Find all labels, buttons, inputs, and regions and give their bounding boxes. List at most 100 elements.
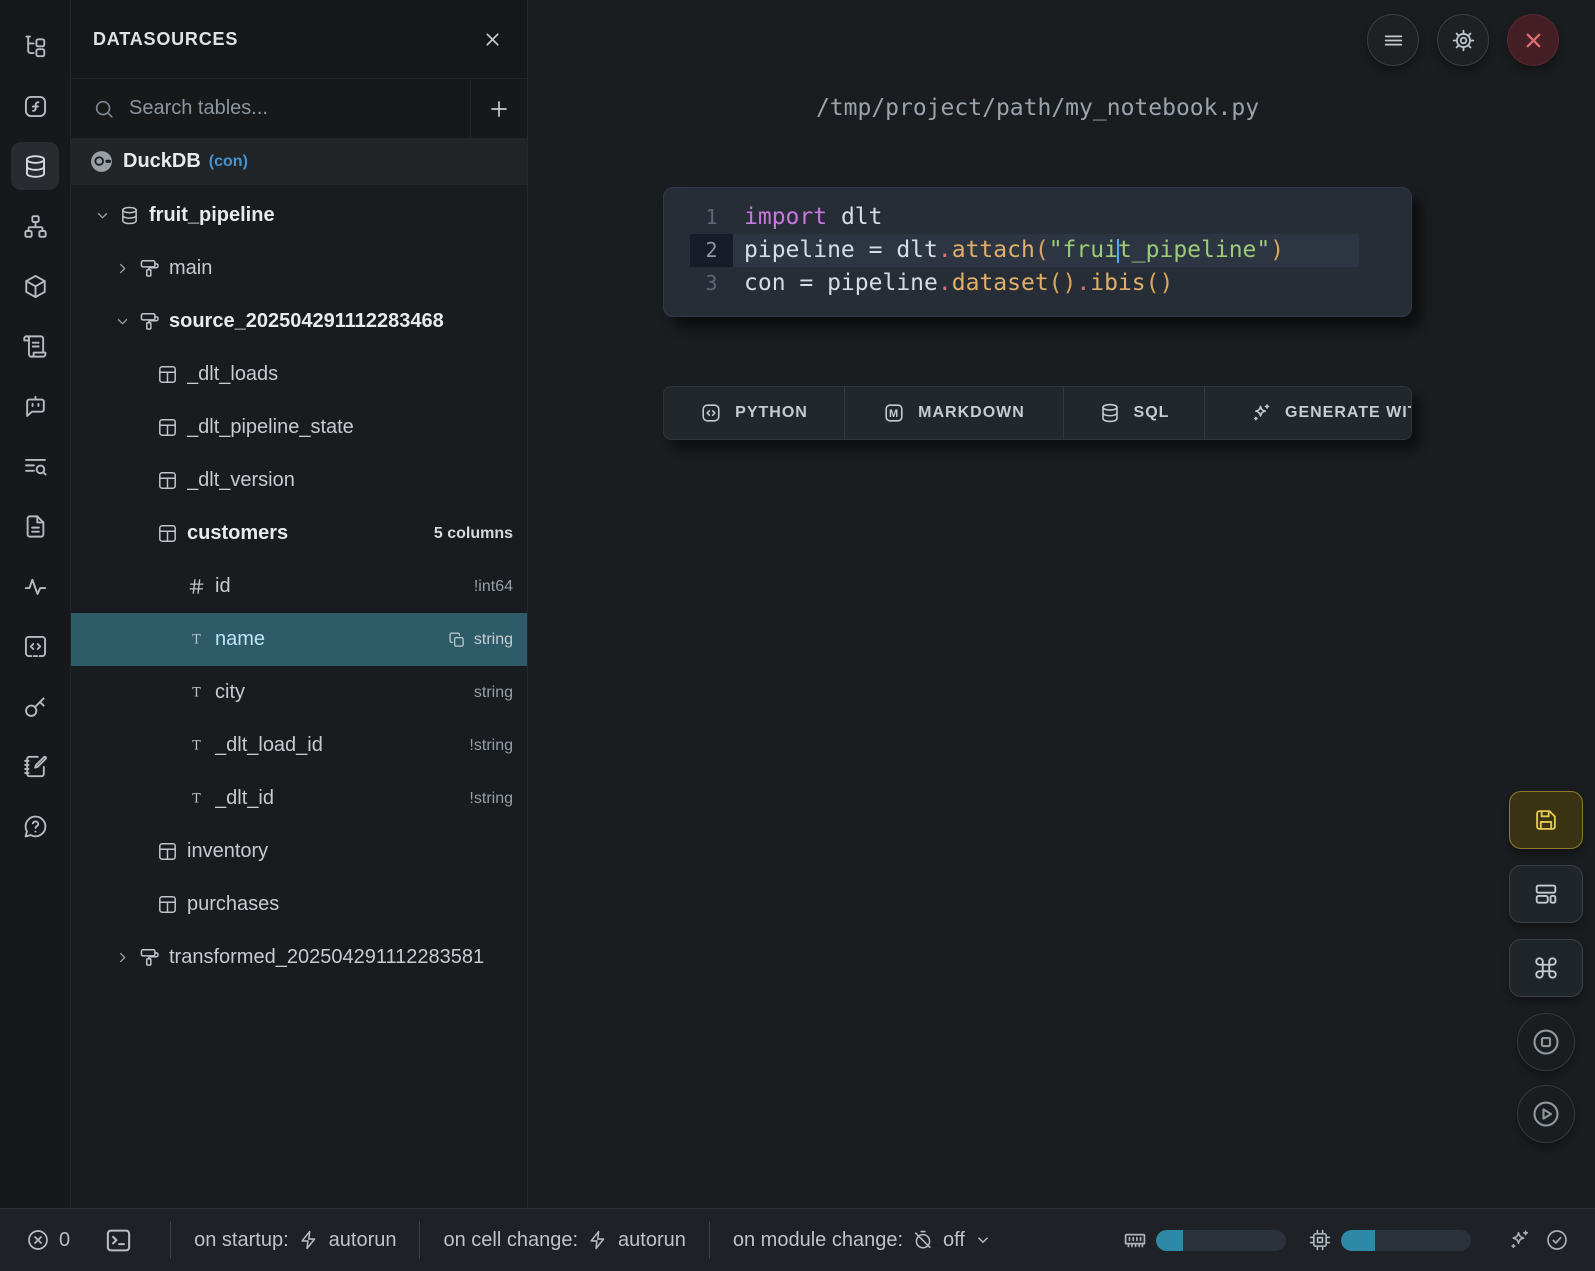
on-cell-change-setting[interactable]: on cell change:autorun: [443, 1229, 685, 1252]
activity-item-datasources[interactable]: [11, 142, 59, 190]
tree-row-_dlt_load_id[interactable]: T_dlt_load_id!string: [71, 719, 527, 772]
on-module-change-setting[interactable]: on module change:off: [733, 1229, 992, 1252]
tree-row-purchases[interactable]: purchases: [71, 878, 527, 931]
cpu-usage-fill: [1341, 1230, 1375, 1251]
activity-item-file-tree[interactable]: [11, 22, 59, 70]
type-t-icon: T: [187, 736, 206, 755]
layout-button[interactable]: [1509, 865, 1583, 923]
terminal-button[interactable]: [104, 1226, 133, 1255]
add-cell-markdown-button[interactable]: MMARKDOWN: [845, 387, 1064, 439]
search-input[interactable]: [129, 97, 470, 120]
svg-text:T: T: [192, 684, 201, 699]
tree-label: city: [215, 681, 245, 704]
zap-icon: [298, 1229, 320, 1251]
close-button[interactable]: [1507, 14, 1559, 66]
save-button[interactable]: [1509, 791, 1583, 849]
engine-connection: (con): [209, 153, 248, 171]
tree-label: fruit_pipeline: [149, 204, 275, 227]
panel-close-button[interactable]: [482, 29, 503, 50]
setting-value: autorun: [329, 1229, 397, 1252]
settings-button[interactable]: [1437, 14, 1489, 66]
stop-button[interactable]: [1517, 1013, 1575, 1071]
tree-row-id[interactable]: id!int64: [71, 560, 527, 613]
activity-item-scratchpad[interactable]: [11, 742, 59, 790]
bot-icon: [22, 393, 49, 420]
on-startup-setting[interactable]: on startup: autorun: [194, 1229, 396, 1252]
add-cell-python-button[interactable]: PYTHON: [664, 387, 845, 439]
activity-item-snippets[interactable]: [11, 622, 59, 670]
database-icon: [22, 153, 49, 180]
setting-value: off: [943, 1229, 965, 1252]
run-button[interactable]: [1517, 1085, 1575, 1143]
notebook-path: /tmp/project/path/my_notebook.py: [663, 95, 1412, 121]
schema-icon: [139, 947, 160, 968]
tree-row-source_202504291112283468[interactable]: source_202504291112283468: [71, 295, 527, 348]
zap-icon: [587, 1229, 609, 1251]
activity-item-trace-search[interactable]: [11, 442, 59, 490]
code-cell[interactable]: 1import dlt2pipeline = dlt.attach("fruit…: [663, 187, 1412, 317]
text-search-icon: [22, 453, 49, 480]
cell-action-label: MARKDOWN: [918, 404, 1025, 422]
error-count-indicator[interactable]: 0: [26, 1228, 70, 1252]
code-square-icon: [700, 402, 722, 424]
tree-label: id: [215, 575, 231, 598]
table-icon: [157, 523, 178, 544]
activity-item-activity[interactable]: [11, 562, 59, 610]
line-number: 3: [690, 267, 733, 300]
command-palette-button[interactable]: [1509, 939, 1583, 997]
activity-item-dependencies[interactable]: [11, 202, 59, 250]
activity-item-secrets[interactable]: [11, 682, 59, 730]
tree-right-label: !string: [469, 737, 513, 755]
add-datasource-button[interactable]: [470, 79, 527, 138]
tree-row-name[interactable]: Tnamestring: [71, 613, 527, 666]
tree-row-inventory[interactable]: inventory: [71, 825, 527, 878]
add-cell-sql-button[interactable]: SQL: [1064, 387, 1205, 439]
status-divider: [170, 1221, 171, 1259]
tree-row-main[interactable]: main: [71, 242, 527, 295]
activity-item-documentation[interactable]: [11, 502, 59, 550]
tree-row-customers[interactable]: customers5 columns: [71, 507, 527, 560]
file-tree-icon: [22, 33, 49, 60]
tree-right-label: string: [474, 684, 513, 702]
copy-icon[interactable]: [448, 631, 466, 649]
tree-row-_dlt_id[interactable]: T_dlt_id!string: [71, 772, 527, 825]
function-square-icon: [22, 93, 49, 120]
hash-icon: [187, 577, 206, 596]
code-text: con = pipeline.dataset().ibis(): [733, 267, 1411, 300]
network-icon: [22, 213, 49, 240]
engine-row-duckdb[interactable]: DuckDB (con): [71, 139, 527, 185]
help-bubble-icon: [22, 813, 49, 840]
app-window: DATASOURCES DuckDB (con) fruit_pipelinem…: [0, 0, 1595, 1271]
activity-item-chat[interactable]: [11, 382, 59, 430]
tree-label: purchases: [187, 893, 279, 916]
status-bar: 0 on startup: autorun on cell change:autoru…: [0, 1208, 1595, 1271]
tree-row-_dlt_pipeline_state[interactable]: _dlt_pipeline_state: [71, 401, 527, 454]
tree-row-_dlt_version[interactable]: _dlt_version: [71, 454, 527, 507]
activity-item-help[interactable]: [11, 802, 59, 850]
svg-text:T: T: [192, 790, 201, 805]
setting-label: on cell change:: [443, 1229, 578, 1252]
tree-row-transformed_202504291112283581[interactable]: transformed_202504291112283581: [71, 931, 527, 984]
add-cell-generate-wit-button[interactable]: GENERATE WIT: [1205, 387, 1411, 439]
tree-label: _dlt_pipeline_state: [187, 416, 354, 439]
side-controls: [1509, 791, 1583, 1157]
key-icon: [22, 693, 49, 720]
svg-text:T: T: [192, 737, 201, 752]
activity-bar: [0, 0, 71, 1208]
window-controls: [1367, 14, 1559, 66]
tree-right-label: 5 columns: [434, 525, 513, 543]
type-t-icon: T: [187, 630, 206, 649]
notebook-pen-icon: [22, 753, 49, 780]
setting-label: on startup:: [194, 1229, 289, 1252]
tree-row-_dlt_loads[interactable]: _dlt_loads: [71, 348, 527, 401]
menu-button[interactable]: [1367, 14, 1419, 66]
search-icon: [93, 98, 115, 120]
tree-row-city[interactable]: Tcity string: [71, 666, 527, 719]
chevron-down-icon: [115, 314, 130, 329]
ai-sparkles-button[interactable]: [1507, 1228, 1531, 1252]
activity-item-function[interactable]: [11, 82, 59, 130]
activity-item-logs[interactable]: [11, 322, 59, 370]
tree-row-fruit_pipeline[interactable]: fruit_pipeline: [71, 189, 527, 242]
activity-item-packages[interactable]: [11, 262, 59, 310]
connection-status-button[interactable]: [1545, 1228, 1569, 1252]
